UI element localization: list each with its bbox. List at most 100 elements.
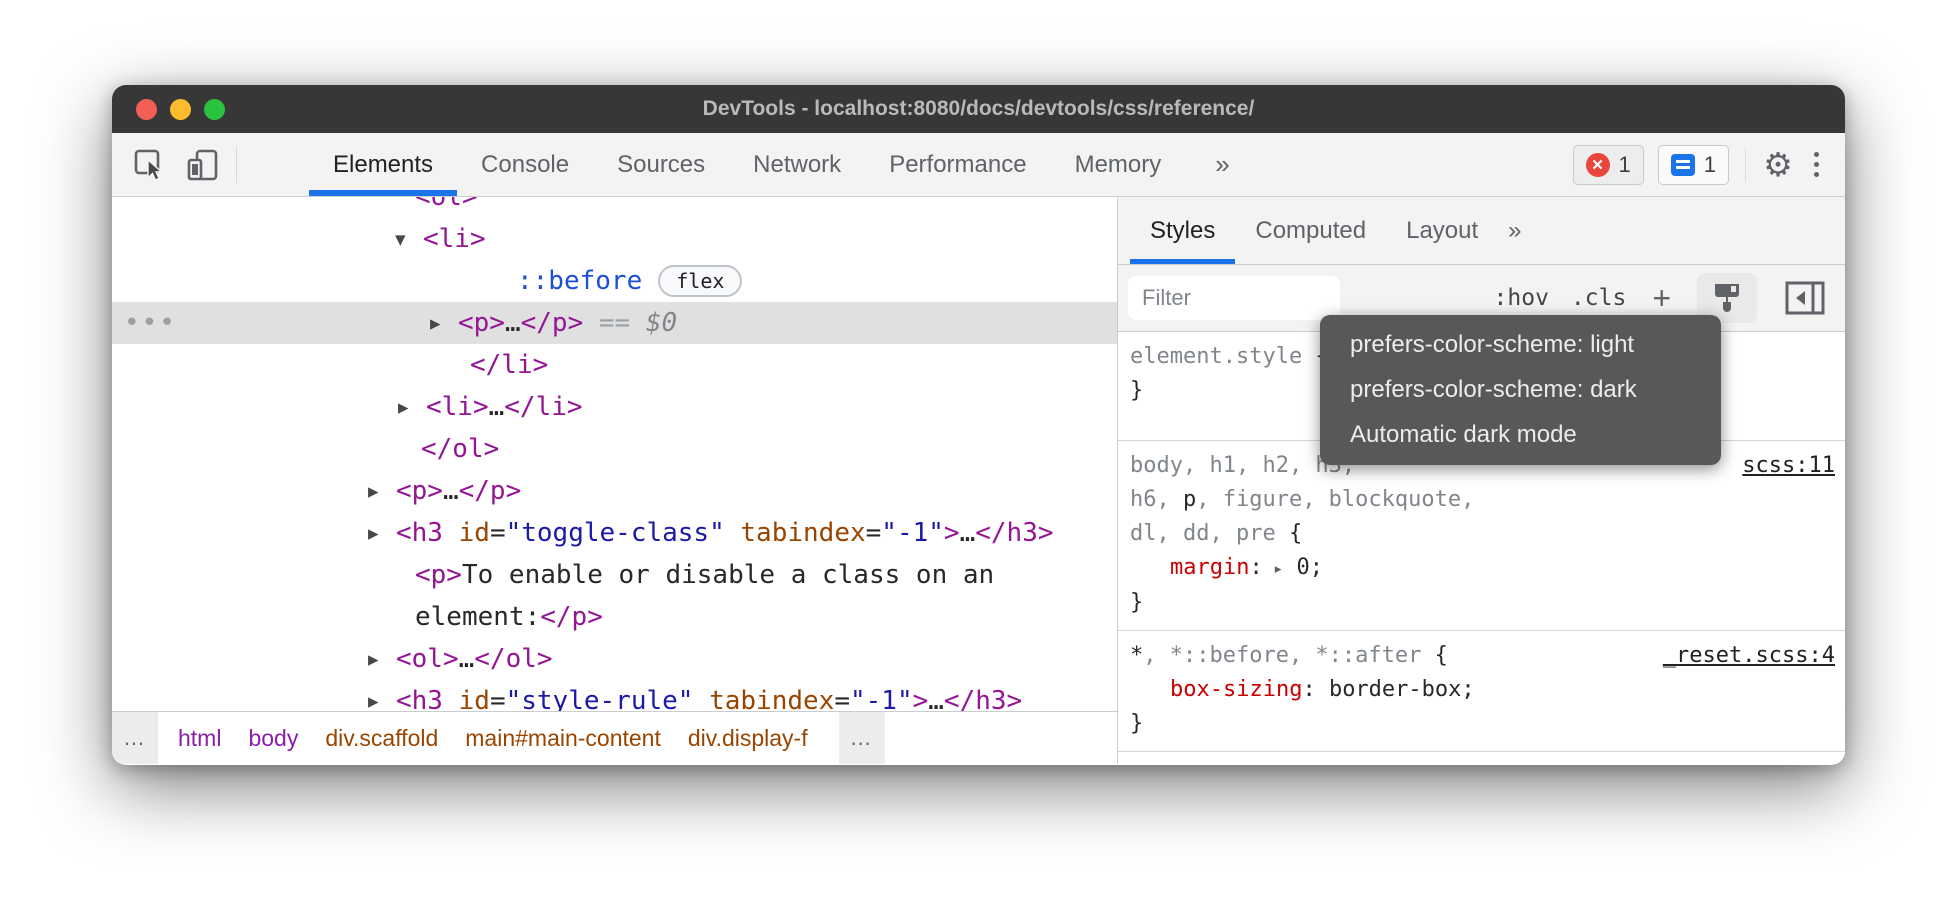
- code-token: p: [1183, 487, 1196, 512]
- more-tabs-button[interactable]: »: [1207, 133, 1237, 196]
- code-token: </li>: [470, 350, 548, 380]
- tree-row[interactable]: ▸<h3 id="style-rule" tabindex="-1">…</h3…: [112, 680, 1117, 711]
- breadcrumb-item[interactable]: main#main-content: [465, 725, 661, 752]
- issues-badge[interactable]: 1: [1658, 145, 1729, 185]
- code-token: , figure, blockquote,: [1196, 487, 1474, 512]
- css-line[interactable]: p {: [1130, 760, 1835, 764]
- tab-console[interactable]: Console: [457, 133, 593, 196]
- code-token: {: [1289, 521, 1302, 546]
- breadcrumb-item[interactable]: body: [248, 725, 298, 752]
- css-rule-section: _reset.scss:4*, *::before, *::after {box…: [1118, 631, 1845, 752]
- tab-memory[interactable]: Memory: [1051, 133, 1186, 196]
- expand-arrow-icon[interactable]: ▸: [368, 689, 396, 711]
- breadcrumb-item[interactable]: div.display-f: [688, 725, 808, 752]
- new-style-rule-button[interactable]: +: [1652, 280, 1671, 317]
- code-token: <h3: [396, 518, 443, 548]
- breadcrumb-item[interactable]: html: [178, 725, 221, 752]
- tree-row[interactable]: •••▸<p>…</p> == $0: [112, 302, 1117, 344]
- styles-sidebar: StylesComputedLayout» :hov .cls +: [1118, 197, 1845, 764]
- css-rule-section: scss:11body, h1, h2, h3,h6, p, figure, b…: [1118, 441, 1845, 631]
- css-line[interactable]: h6, p, figure, blockquote,: [1130, 483, 1835, 517]
- css-line[interactable]: box-sizing: border-box;: [1130, 673, 1835, 707]
- tree-row[interactable]: <ol>: [112, 197, 1117, 218]
- dropdown-item[interactable]: Automatic dark mode: [1320, 412, 1721, 457]
- dom-tree: <ol>▾<li>::beforeflex•••▸<p>…</p> == $0<…: [112, 197, 1117, 711]
- devtools-toolbar: ElementsConsoleSourcesNetworkPerformance…: [112, 133, 1845, 197]
- tree-row[interactable]: ▾<li>: [112, 218, 1117, 260]
- tree-row[interactable]: </ol>: [112, 428, 1117, 470]
- code-token: <ol>: [415, 197, 478, 212]
- tree-row[interactable]: <p>To enable or disable a class on an: [112, 554, 1117, 596]
- breadcrumb: … html body div.scaffold main#main-content di…: [112, 711, 1117, 764]
- dropdown-item[interactable]: prefers-color-scheme: light: [1320, 322, 1721, 367]
- tree-row[interactable]: element:</p>: [112, 596, 1117, 638]
- code-token: h6,: [1130, 487, 1183, 512]
- message-icon: [1671, 154, 1695, 176]
- code-token: id: [443, 518, 490, 548]
- code-token: : border-box;: [1302, 677, 1474, 702]
- tab-layout[interactable]: Layout: [1386, 197, 1498, 264]
- breadcrumb-overflow[interactable]: …: [112, 712, 158, 764]
- tree-row[interactable]: ::beforeflex: [112, 260, 1117, 302]
- tree-row[interactable]: ▸<p>…</p>: [112, 470, 1117, 512]
- element-classes-toggle[interactable]: .cls: [1571, 285, 1626, 311]
- breadcrumb-item[interactable]: div.scaffold: [325, 725, 438, 752]
- code-token: </p>: [521, 308, 584, 338]
- css-line[interactable]: }: [1130, 586, 1835, 620]
- expand-arrow-icon[interactable]: ▸: [430, 311, 458, 335]
- code-token: …: [443, 476, 459, 506]
- dropdown-item[interactable]: prefers-color-scheme: dark: [1320, 367, 1721, 412]
- code-token: "toggle-class": [506, 518, 725, 548]
- code-token: :: [1249, 555, 1262, 580]
- code-token: <li>: [423, 224, 486, 254]
- message-count: 1: [1704, 152, 1716, 178]
- code-token: </p>: [459, 476, 522, 506]
- code-token: To enable or disable a class on an: [462, 560, 994, 590]
- tab-performance[interactable]: Performance: [865, 133, 1050, 196]
- breadcrumb-overflow[interactable]: …: [839, 712, 885, 764]
- window-title: DevTools - localhost:8080/docs/devtools/…: [112, 97, 1845, 121]
- code-token: ▸: [1263, 559, 1283, 579]
- code-token: {: [1435, 643, 1448, 668]
- pseudo-state-toggle[interactable]: :hov: [1494, 285, 1549, 311]
- css-rule-section: user agent stylesheetp {: [1118, 752, 1845, 764]
- tree-row[interactable]: </li>: [112, 344, 1117, 386]
- error-badge[interactable]: ✕ 1: [1573, 145, 1644, 185]
- tab-sources[interactable]: Sources: [593, 133, 729, 196]
- expand-arrow-icon[interactable]: ▸: [368, 521, 396, 545]
- expand-arrow-icon[interactable]: ▸: [368, 479, 396, 503]
- expand-arrow-icon[interactable]: ▾: [395, 227, 423, 251]
- code-token: id: [443, 686, 490, 711]
- css-line[interactable]: }: [1130, 707, 1835, 741]
- tree-row[interactable]: ▸<ol>…</ol>: [112, 638, 1117, 680]
- settings-button[interactable]: ⚙: [1756, 133, 1800, 196]
- tree-row[interactable]: ▸<li>…</li>: [112, 386, 1117, 428]
- tree-row[interactable]: ▸<h3 id="toggle-class" tabindex="-1">…</…: [112, 512, 1117, 554]
- expand-arrow-icon[interactable]: ▸: [368, 647, 396, 671]
- tab-network[interactable]: Network: [729, 133, 865, 196]
- row-overflow-dots[interactable]: •••: [124, 308, 177, 338]
- code-token: <li>: [426, 392, 489, 422]
- more-options-button[interactable]: [1814, 152, 1819, 177]
- tab-computed[interactable]: Computed: [1235, 197, 1386, 264]
- device-toolbar-button[interactable]: [184, 145, 224, 185]
- expand-arrow-icon[interactable]: ▸: [398, 395, 426, 419]
- code-token: $0: [646, 308, 677, 338]
- tab-styles[interactable]: Styles: [1130, 197, 1235, 264]
- inspect-element-button[interactable]: [130, 145, 170, 185]
- more-sidebar-tabs-button[interactable]: »: [1498, 197, 1531, 264]
- code-token: }: [1130, 711, 1143, 736]
- error-icon: ✕: [1586, 153, 1610, 177]
- code-token: </p>: [540, 602, 603, 632]
- css-line[interactable]: dl, dd, pre {: [1130, 517, 1835, 551]
- css-line[interactable]: margin: ▸ 0;: [1130, 551, 1835, 586]
- toggle-sidebar-button[interactable]: [1779, 273, 1831, 323]
- tab-elements[interactable]: Elements: [309, 133, 457, 196]
- code-token: ==: [583, 308, 646, 338]
- filter-input[interactable]: [1128, 276, 1340, 320]
- css-line[interactable]: *, *::before, *::after {: [1130, 639, 1835, 673]
- code-token: </ol>: [421, 434, 499, 464]
- flex-badge[interactable]: flex: [658, 265, 742, 297]
- code-token: }: [1130, 378, 1143, 403]
- toolbar-separator: [236, 147, 237, 183]
